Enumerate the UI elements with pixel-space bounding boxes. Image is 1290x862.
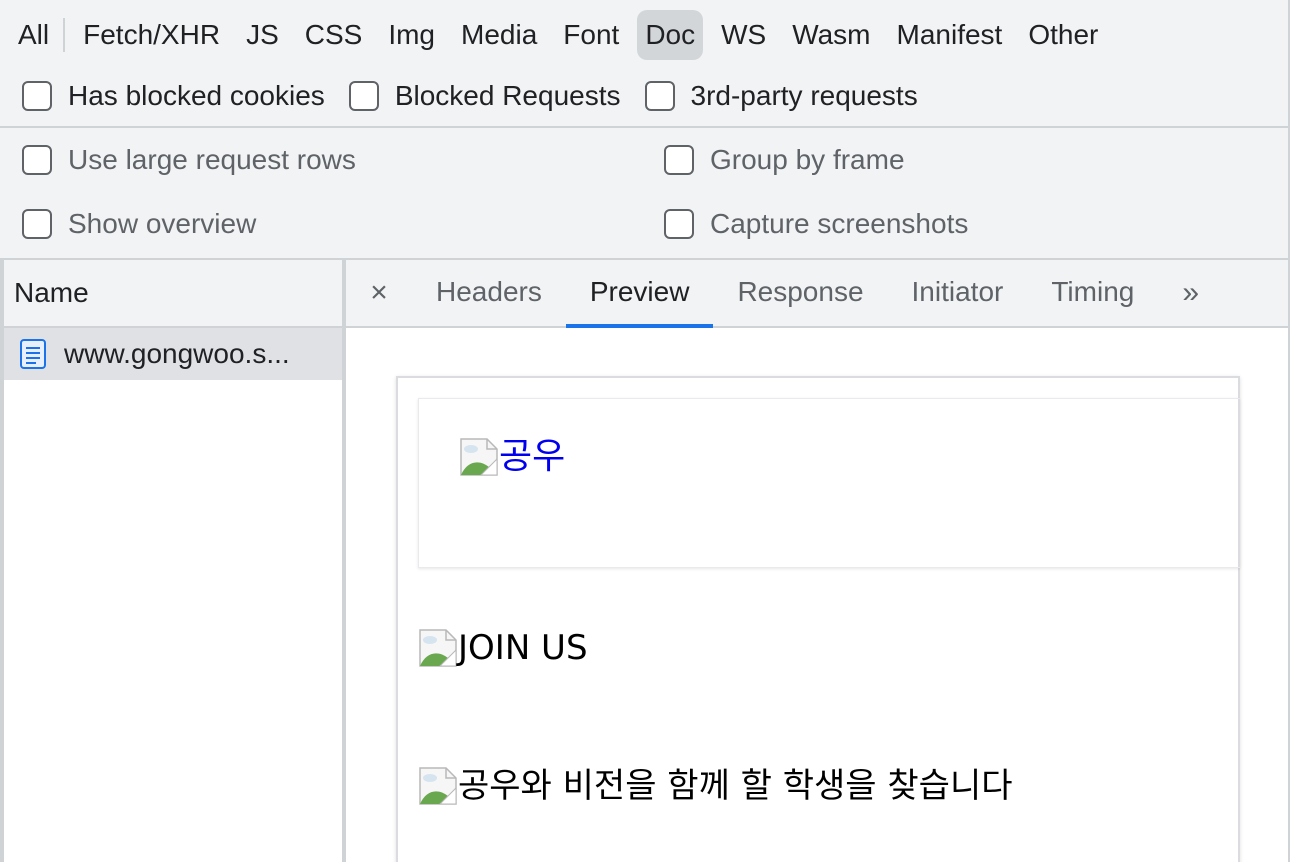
broken-image-icon [460, 438, 498, 476]
filter-all[interactable]: All [10, 10, 57, 60]
filter-doc[interactable]: Doc [637, 10, 704, 60]
tab-initiator[interactable]: Initiator [888, 260, 1028, 326]
request-filter-checkboxes: Has blocked cookies Blocked Requests 3rd… [22, 76, 942, 116]
logo-alt-text: 공우 [499, 436, 566, 477]
network-settings-pane: Use large request rows Group by frame Sh… [0, 128, 1290, 260]
filter-font[interactable]: Font [555, 10, 627, 60]
capture-screenshots-checkbox[interactable]: Capture screenshots [664, 208, 968, 240]
tab-timing[interactable]: Timing [1027, 260, 1158, 326]
html-preview: 공우 JOIN US 공우와 비전을 함께 할 학생을 찾습니다 [396, 376, 1240, 862]
broken-image-icon [419, 629, 457, 667]
filter-img[interactable]: Img [380, 10, 443, 60]
filter-css[interactable]: CSS [297, 10, 371, 60]
tagline-alt-text: 공우와 비전을 함께 할 학생을 찾습니다 [458, 766, 1013, 806]
filter-media[interactable]: Media [453, 10, 545, 60]
checkbox-box[interactable] [348, 81, 379, 111]
site-logo-link[interactable]: 공우 [459, 437, 565, 477]
checkbox-label: Group by frame [710, 144, 905, 175]
filter-manifest[interactable]: Manifest [889, 10, 1011, 60]
resource-type-filters: All Fetch/XHR JS CSS Img Media Font Doc … [10, 10, 1116, 60]
large-request-rows-checkbox[interactable]: Use large request rows [22, 144, 356, 176]
tab-preview[interactable]: Preview [565, 260, 714, 328]
show-overview-checkbox[interactable]: Show overview [22, 208, 256, 240]
filter-wasm[interactable]: Wasm [784, 10, 878, 60]
checkbox-box[interactable] [22, 81, 52, 111]
request-list: Name www.gongwoo.s... [0, 260, 346, 862]
checkbox-box[interactable] [664, 209, 694, 239]
filter-ws[interactable]: WS [713, 10, 774, 60]
preview-site-header: 공우 [418, 398, 1240, 568]
has-blocked-cookies-checkbox[interactable]: Has blocked cookies [22, 80, 325, 112]
document-icon [20, 339, 46, 369]
more-tabs-chevron-icon[interactable]: » [1158, 276, 1199, 310]
group-by-frame-checkbox[interactable]: Group by frame [664, 144, 905, 176]
request-details-panel: × Headers Preview Response Initiator Tim… [346, 260, 1290, 862]
tab-headers[interactable]: Headers [412, 260, 566, 326]
checkbox-label: Capture screenshots [710, 208, 969, 239]
third-party-requests-checkbox[interactable]: 3rd-party requests [644, 80, 918, 112]
network-filter-bar: All Fetch/XHR JS CSS Img Media Font Doc … [0, 0, 1290, 128]
checkbox-box[interactable] [22, 145, 52, 175]
checkbox-label: Has blocked cookies [68, 80, 325, 111]
close-icon[interactable]: × [346, 276, 412, 310]
filter-fetch-xhr[interactable]: Fetch/XHR [75, 10, 228, 60]
checkbox-label: Use large request rows [68, 144, 356, 175]
broken-image-icon [419, 767, 457, 805]
join-us-alt-text: JOIN US [458, 628, 588, 668]
checkbox-box[interactable] [22, 209, 52, 239]
checkbox-label: 3rd-party requests [690, 80, 918, 111]
join-us-image: JOIN US [418, 628, 588, 668]
filter-js[interactable]: JS [238, 10, 287, 60]
checkbox-box[interactable] [664, 145, 694, 175]
request-name: www.gongwoo.s... [64, 338, 290, 369]
filter-other[interactable]: Other [1020, 10, 1106, 60]
blocked-requests-checkbox[interactable]: Blocked Requests [348, 80, 621, 112]
checkbox-box[interactable] [644, 81, 675, 111]
tab-response[interactable]: Response [713, 260, 887, 326]
filter-divider [63, 18, 66, 52]
tagline-image: 공우와 비전을 함께 할 학생을 찾습니다 [418, 766, 1013, 806]
request-row[interactable]: www.gongwoo.s... [4, 328, 342, 380]
name-column-header[interactable]: Name [4, 260, 342, 328]
details-tab-bar: × Headers Preview Response Initiator Tim… [346, 260, 1288, 328]
checkbox-label: Show overview [68, 208, 257, 239]
checkbox-label: Blocked Requests [394, 80, 621, 111]
